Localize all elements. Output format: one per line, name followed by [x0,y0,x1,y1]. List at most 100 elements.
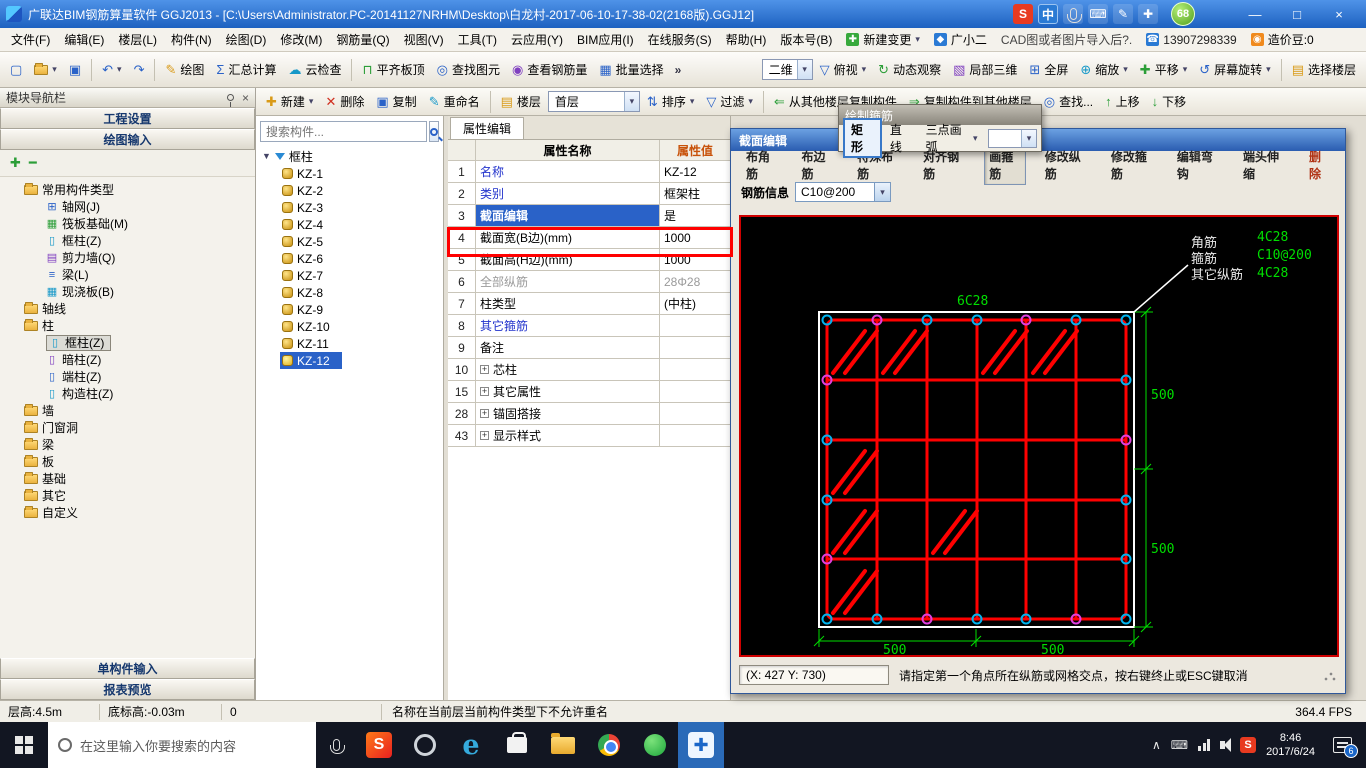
mic-icon[interactable] [1063,4,1083,24]
property-row[interactable]: 2类别框架柱 [448,183,730,205]
menu-edit[interactable]: 编辑(E) [57,28,111,51]
corner-rebar-button[interactable]: 布角筋 [741,145,783,185]
network-icon[interactable] [1198,739,1210,751]
tree-group-column[interactable]: 柱 [0,317,255,334]
menu-tools[interactable]: 工具(T) [451,28,504,51]
menu-online[interactable]: 在线服务(S) [641,28,719,51]
taskbar-app-store[interactable] [494,722,540,768]
component-item[interactable]: KZ-9 [256,301,443,318]
volume-icon[interactable] [1220,741,1225,749]
end-extend-button[interactable]: 端头伸缩 [1238,145,1290,185]
tree-group-wall[interactable]: 墙 [0,402,255,419]
rename-component-button[interactable]: ✎重命名 [424,90,485,113]
language-icon[interactable]: 中 [1038,4,1058,24]
maximize-button[interactable]: □ [1276,1,1318,27]
panel-close-icon[interactable]: × [242,91,249,105]
taskbar-app-green[interactable] [632,722,678,768]
ime-settings-icon[interactable]: ✎ [1113,4,1133,24]
tree-group-custom[interactable]: 自定义 [0,504,255,521]
tree-item-raft[interactable]: ▦筏板基础(M) [0,215,255,232]
tree-group-axis[interactable]: 轴线 [0,300,255,317]
property-row-expandable[interactable]: 43+显示样式 [448,425,730,447]
taskbar-app-glodon-active[interactable]: ✚ [678,722,724,768]
keyboard-icon[interactable]: ⌨ [1088,4,1108,24]
pin-icon[interactable] [227,94,234,101]
expand-all-icon[interactable]: ✚ [10,155,21,171]
modify-longitudinal-button[interactable]: 修改纵筋 [1040,145,1092,185]
voice-input-button[interactable] [316,722,356,768]
tree-group-common[interactable]: 常用构件类型 [0,181,255,198]
tree-group-foundation[interactable]: 基础 [0,470,255,487]
top-view-button[interactable]: ▽俯视▾ [815,58,872,81]
menu-modify[interactable]: 修改(M) [273,28,329,51]
taskbar-app-edge[interactable]: e [448,722,494,768]
component-item[interactable]: KZ-10 [256,318,443,335]
report-preview-button[interactable]: 报表预览 [0,679,255,700]
search-button[interactable] [429,121,439,142]
edit-hook-button[interactable]: 编辑弯钩 [1172,145,1224,185]
property-row-expandable[interactable]: 10+芯柱 [448,359,730,381]
tree-item-frame-column[interactable]: ▯框柱(Z) [0,232,255,249]
section-canvas[interactable]: 6C28 500 500 500 500 角筋 4C28 箍筋 C10@200 … [739,215,1339,657]
stirrup-arc-button[interactable]: 三点画弧▾ [921,119,983,157]
floor-combo[interactable]: 首层▾ [548,91,640,112]
screen-rotate-button[interactable]: ↺屏幕旋转▾ [1194,58,1275,81]
action-center-icon[interactable]: 6 [1333,737,1352,753]
toolbar-overflow-icon[interactable]: » [671,63,686,77]
taskbar-app-explorer[interactable] [540,722,586,768]
menu-draw[interactable]: 绘图(D) [219,28,274,51]
delete-r-button[interactable]: 删除 [1304,145,1335,185]
tree-group-slab[interactable]: 板 [0,453,255,470]
taskbar-app-sogou[interactable]: S [356,722,402,768]
start-button[interactable] [0,722,48,768]
close-button[interactable]: × [1318,1,1360,27]
cloud-check-button[interactable]: ☁云检查 [283,58,346,81]
view-mode-combo[interactable]: 二维▾ [762,59,813,80]
property-row[interactable]: 6全部纵筋28Φ28 [448,271,730,293]
gxe-button[interactable]: ◆ 广小二 [927,31,994,48]
dynamic-observe-button[interactable]: ↻动态观察 [873,58,946,81]
menu-cloud[interactable]: 云应用(Y) [504,28,570,51]
undo-button[interactable]: ↶▾ [97,60,126,79]
fullscreen-button[interactable]: ⊞全屏 [1024,58,1073,81]
component-item[interactable]: KZ-2 [256,182,443,199]
move-down-button[interactable]: ↓下移 [1147,90,1192,113]
property-row-expandable[interactable]: 15+其它属性 [448,381,730,403]
copy-component-button[interactable]: ▣复制 [371,90,421,113]
collapse-all-icon[interactable]: ━ [29,155,37,171]
menu-version[interactable]: 版本号(B) [773,28,839,51]
tree-group-other[interactable]: 其它 [0,487,255,504]
tree-item-end-column[interactable]: ▯端柱(Z) [0,368,255,385]
component-item[interactable]: KZ-8 [256,284,443,301]
partial-3d-button[interactable]: ▧局部三维 [948,58,1022,81]
cost-bean[interactable]: ◉ 造价豆:0 [1244,31,1321,48]
property-row[interactable]: 1名称KZ-12 [448,161,730,183]
taskbar-clock[interactable]: 8:46 2017/6/24 [1266,731,1315,759]
taskbar-app-browser[interactable] [402,722,448,768]
modify-stirrup-button[interactable]: 修改箍筋 [1106,145,1158,185]
tab-property-edit[interactable]: 属性编辑 [450,117,524,139]
tray-expand-icon[interactable]: ∧ [1152,738,1161,752]
component-item[interactable]: KZ-1 [256,165,443,182]
ime-toolbox-icon[interactable]: ✚ [1138,4,1158,24]
component-item[interactable]: KZ-5 [256,233,443,250]
tree-item-beam[interactable]: ≡梁(L) [0,266,255,283]
property-row[interactable]: 8其它箍筋 [448,315,730,337]
minimize-button[interactable]: — [1234,1,1276,27]
batch-select-button[interactable]: ▦批量选择 [594,58,668,81]
component-item[interactable]: KZ-3 [256,199,443,216]
tree-group-opening[interactable]: 门窗洞 [0,419,255,436]
sort-button[interactable]: ⇅排序▾ [642,90,699,113]
menu-help[interactable]: 帮助(H) [719,28,774,51]
expand-plus-icon[interactable]: + [480,409,489,418]
open-file-button[interactable]: ▾ [29,61,62,78]
expand-plus-icon[interactable]: + [480,431,489,440]
property-row[interactable]: 4截面宽(B边)(mm)1000 [448,227,730,249]
edge-rebar-button[interactable]: 布边筋 [797,145,839,185]
new-component-button[interactable]: ✚新建▾ [261,90,318,113]
component-item[interactable]: KZ-4 [256,216,443,233]
tray-keyboard-icon[interactable]: ⌨ [1171,738,1188,752]
tree-item-axis-grid[interactable]: ⊞轴网(J) [0,198,255,215]
expand-plus-icon[interactable]: + [480,365,489,374]
move-up-button[interactable]: ↑上移 [1100,90,1145,113]
